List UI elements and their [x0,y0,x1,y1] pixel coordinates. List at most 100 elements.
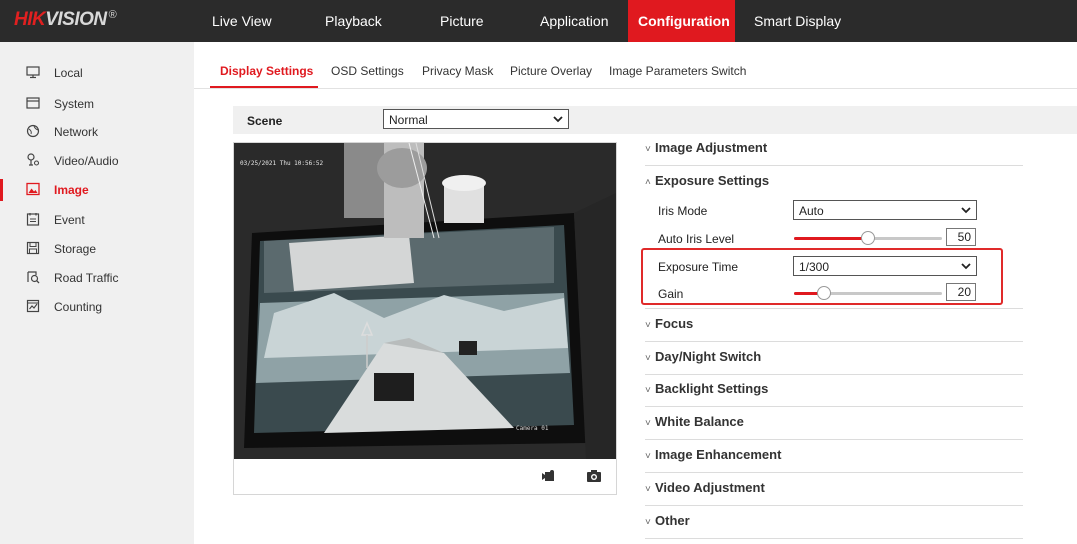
sidebar-item-network[interactable]: Network [0,118,194,146]
sidebar-item-storage[interactable]: Storage [0,235,194,263]
chevron-down-icon: ˅ [645,517,651,528]
iris-mode-select[interactable]: Auto [793,200,977,220]
nav-smart-display[interactable]: Smart Display [744,0,851,42]
section-divider [645,538,1023,539]
chevron-down-icon [553,116,563,123]
scene-select[interactable]: Normal [383,109,569,129]
auto-iris-slider[interactable] [794,231,942,245]
record-icon[interactable] [541,469,557,483]
section-video-adjustment[interactable]: ˅ Video Adjustment [645,480,765,495]
section-divider [645,505,1023,506]
video-camera-caption: Camera 01 [516,425,549,432]
tab-osd-settings[interactable]: OSD Settings [331,64,404,78]
nav-picture[interactable]: Picture [430,0,494,42]
live-video-panel: 03/25/2021 Thu 10:56:52 Camera 01 [233,142,617,495]
logo-registered-mark: ® [108,9,117,21]
nav-live-view[interactable]: Live View [202,0,282,42]
image-icon [26,182,40,196]
snapshot-icon[interactable] [586,469,602,483]
chevron-down-icon: ˅ [645,385,651,396]
tab-divider [194,88,1077,89]
sidebar-item-label: Event [54,213,85,227]
section-image-adjustment[interactable]: ˅ Image Adjustment [645,140,767,155]
iris-mode-value: Auto [799,204,824,218]
nav-configuration[interactable]: Configuration [628,0,735,42]
section-other[interactable]: ˅ Other [645,513,690,528]
chevron-down-icon: ˅ [645,418,651,429]
sidebar-item-label: Network [54,125,99,139]
sidebar-item-event[interactable]: Event [0,206,194,234]
auto-iris-level-label: Auto Iris Level [658,232,735,246]
sidebar-item-label: Image [54,183,89,197]
globe-icon [26,124,40,138]
sidebar-item-label: System [54,97,95,111]
section-backlight-settings[interactable]: ˅ Backlight Settings [645,381,768,396]
sidebar-item-label: Video/Audio [54,154,119,168]
section-divider [645,472,1023,473]
section-title: Image Adjustment [655,140,768,155]
live-video-feed[interactable]: 03/25/2021 Thu 10:56:52 Camera 01 [234,143,616,459]
top-bar: HIKVISION ® Live View Playback Picture Ap… [0,0,1077,42]
sidebar-item-image[interactable]: Image [0,176,194,204]
section-title: Exposure Settings [655,173,770,188]
tab-display-settings[interactable]: Display Settings [220,64,313,78]
chevron-down-icon: ˅ [645,144,651,155]
system-icon [26,97,40,109]
chevron-down-icon: ˅ [645,320,651,331]
nav-application[interactable]: Application [530,0,619,42]
sidebar-item-road-traffic[interactable]: Road Traffic [0,264,194,292]
counting-icon [26,299,40,313]
event-icon [26,213,40,226]
sidebar-item-label: Road Traffic [54,271,119,285]
section-title: White Balance [655,414,744,429]
chevron-up-icon: ˄ [645,177,651,188]
chevron-down-icon [961,207,971,214]
sidebar-item-label: Storage [54,242,97,256]
storage-icon [26,241,40,255]
hikvision-logo: HIKVISION ® [14,9,117,31]
scene-label: Scene [247,114,283,128]
section-divider [645,374,1023,375]
section-exposure-settings[interactable]: ˄ Exposure Settings [645,173,769,188]
chevron-down-icon: ˅ [645,451,651,462]
sidebar-item-label: Counting [54,300,103,314]
logo-white-text: VISION [45,9,107,30]
section-image-enhancement[interactable]: ˅ Image Enhancement [645,447,781,462]
section-divider [645,439,1023,440]
highlight-box [641,248,1003,305]
logo-red-text: HIK [14,9,46,30]
sidebar-item-video-audio[interactable]: Video/Audio [0,147,194,175]
section-divider [645,341,1023,342]
tab-image-parameters-switch[interactable]: Image Parameters Switch [609,64,746,78]
section-title: Image Enhancement [655,447,782,462]
video-timestamp: 03/25/2021 Thu 10:56:52 [240,160,324,167]
tab-privacy-mask[interactable]: Privacy Mask [422,64,493,78]
video-audio-icon [27,153,40,166]
scene-select-value: Normal [389,113,428,127]
video-frame-image [234,143,616,459]
tab-picture-overlay[interactable]: Picture Overlay [510,64,592,78]
section-divider [645,406,1023,407]
chevron-down-icon: ˅ [645,353,651,364]
section-divider [645,308,1023,309]
nav-playback[interactable]: Playback [315,0,392,42]
road-traffic-icon [27,271,40,284]
section-divider [645,165,1023,166]
auto-iris-level-input[interactable]: 50 [946,228,976,246]
section-title: Day/Night Switch [655,349,762,364]
section-white-balance[interactable]: ˅ White Balance [645,414,744,429]
auto-iris-slider-fill [794,237,868,240]
section-day-night-switch[interactable]: ˅ Day/Night Switch [645,349,761,364]
section-title: Backlight Settings [655,381,769,396]
scene-row: Scene Normal [233,106,1077,134]
chevron-down-icon: ˅ [645,484,651,495]
auto-iris-slider-thumb[interactable] [861,231,875,245]
section-focus[interactable]: ˅ Focus [645,316,693,331]
section-title: Focus [655,316,694,331]
sidebar-item-counting[interactable]: Counting [0,293,194,321]
sidebar: Local System Network Video/Audio Image E… [0,42,194,544]
sidebar-item-label: Local [54,66,83,80]
sidebar-item-system[interactable]: System [0,90,194,118]
sidebar-item-local[interactable]: Local [0,59,194,87]
section-title: Video Adjustment [655,480,765,495]
